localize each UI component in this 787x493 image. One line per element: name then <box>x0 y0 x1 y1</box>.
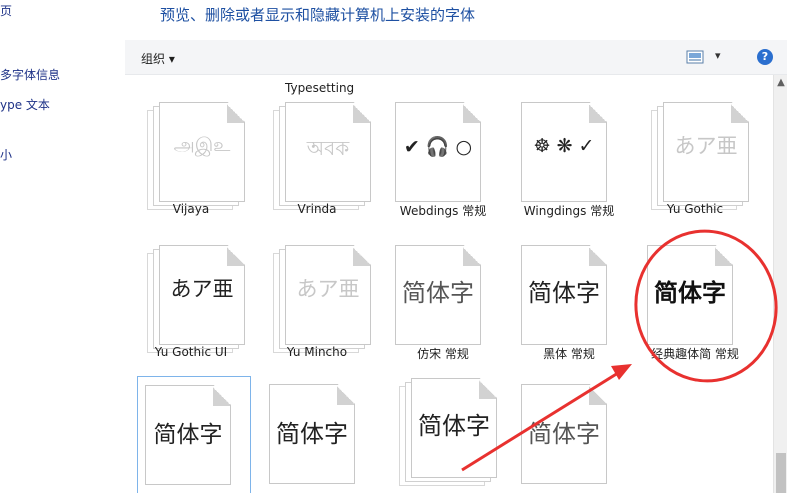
left-link-cleartype[interactable]: ype 文本 <box>0 96 50 113</box>
font-sample: あア亜 <box>296 277 360 301</box>
font-tile[interactable]: 简体字 <box>261 378 373 493</box>
font-sample: 简体字 <box>528 279 600 307</box>
font-sample: অবক <box>306 136 350 160</box>
view-dropdown-arrow: ▾ <box>715 49 721 62</box>
scroll-up-arrow-icon[interactable]: ▲ <box>774 77 787 91</box>
font-name: Webdings 常规 <box>399 204 487 218</box>
font-sample: 简体字 <box>402 279 474 307</box>
font-tile-yu-gothic[interactable]: あア亜 Yu Gothic <box>639 102 751 218</box>
font-sample: 简体字 <box>528 420 600 448</box>
font-tile-jingdian-quti[interactable]: 简体字 经典趣体简 常规 <box>639 245 751 361</box>
page-title: 预览、删除或者显示和隐藏计算机上安装的字体 <box>160 6 476 24</box>
font-tile-heiti[interactable]: 简体字 黑体 常规 <box>513 245 625 361</box>
font-sample: あア亜 <box>170 277 234 301</box>
font-sample: ✔ 🎧 ○ <box>403 136 473 158</box>
font-tile[interactable]: 简体字 <box>387 378 499 493</box>
font-sample: あア亜 <box>674 134 738 158</box>
help-icon[interactable]: ? <box>757 49 773 65</box>
font-name: 经典趣体简 常规 <box>651 347 739 361</box>
font-tile-wingdings[interactable]: ☸ ❋ ✓ Wingdings 常规 <box>513 102 625 218</box>
font-tile-vijaya[interactable]: அஇஉ Vijaya <box>135 102 247 218</box>
font-name: Yu Gothic <box>666 202 724 216</box>
left-navigation-pane: 页 多字体信息 ype 文本 小 <box>0 0 125 493</box>
font-sample: 简体字 <box>654 279 726 307</box>
font-sample: ☸ ❋ ✓ <box>533 135 595 157</box>
organize-button[interactable]: 组织 ▾ <box>141 50 175 67</box>
font-tile-yu-gothic-ui[interactable]: あア亜 Yu Gothic UI <box>135 245 247 361</box>
font-sample: 简体字 <box>276 420 348 448</box>
font-name: Vrinda <box>297 202 337 216</box>
scroll-thumb[interactable] <box>776 453 786 493</box>
font-tile[interactable]: 简体字 <box>513 378 625 493</box>
font-sample: 简体字 <box>153 422 223 448</box>
view-options-button[interactable]: ▾ <box>685 49 729 65</box>
left-link-font-info[interactable]: 多字体信息 <box>0 66 60 83</box>
partial-row-caption: Typesetting <box>285 81 355 95</box>
font-name: 仿宋 常规 <box>417 347 469 361</box>
font-tile-fangsong[interactable]: 简体字 仿宋 常规 <box>387 245 499 361</box>
left-link-size[interactable]: 小 <box>0 146 12 163</box>
font-name: 黑体 常规 <box>543 347 595 361</box>
font-tile-selected[interactable]: 简体字 <box>137 376 251 493</box>
vertical-scrollbar[interactable]: ▲ <box>773 75 787 493</box>
font-name: Wingdings 常规 <box>523 204 615 218</box>
font-name: Yu Gothic UI <box>154 345 228 359</box>
left-link-home[interactable]: 页 <box>0 2 12 19</box>
view-icon <box>686 50 704 64</box>
font-tile-webdings[interactable]: ✔ 🎧 ○ Webdings 常规 <box>387 102 499 218</box>
font-gallery: Typesetting அஇஉ Vijaya অবক Vrinda ✔ 🎧 ○ … <box>125 75 773 493</box>
font-name: Yu Mincho <box>286 345 348 359</box>
font-tile-vrinda[interactable]: অবক Vrinda <box>261 102 373 218</box>
font-sample: அஇஉ <box>173 134 231 156</box>
font-sample: 简体字 <box>418 412 490 440</box>
font-tile-yu-mincho[interactable]: あア亜 Yu Mincho <box>261 245 373 361</box>
font-name: Vijaya <box>172 202 210 216</box>
toolbar: 组织 ▾ ▾ ? <box>125 40 787 75</box>
